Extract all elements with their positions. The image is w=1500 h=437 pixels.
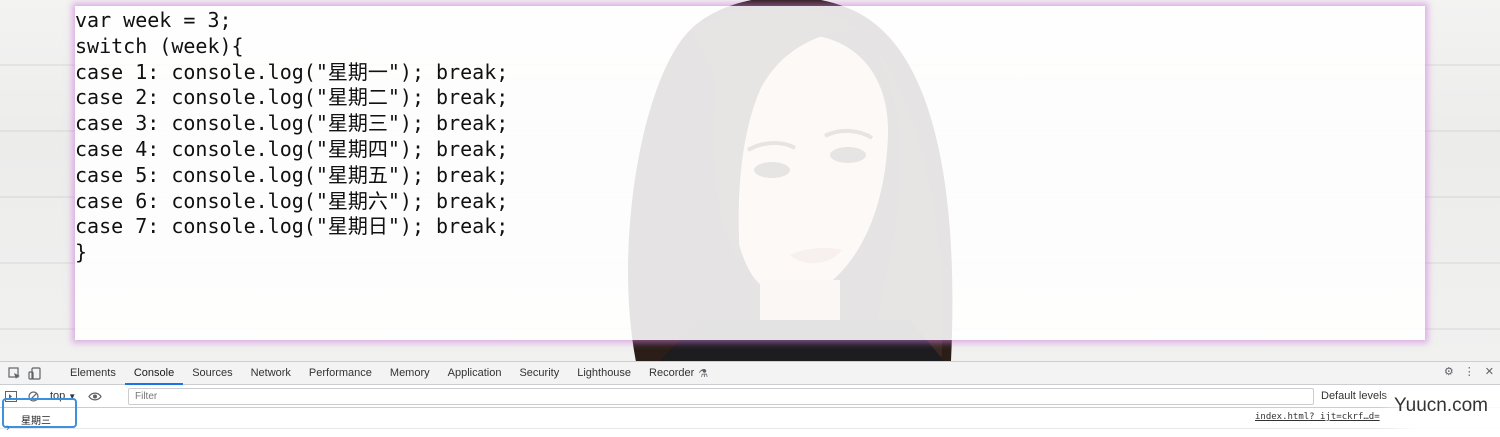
console-prompt-icon[interactable]: › xyxy=(6,422,10,434)
device-toolbar-icon[interactable] xyxy=(26,365,42,381)
tab-recorder[interactable]: Recorder ⚗ xyxy=(640,362,717,384)
more-options-icon[interactable]: ⋮ xyxy=(1464,365,1475,378)
code-line: case 3: console.log("星期三"); break; xyxy=(75,111,509,136)
devtools-panel: Elements Console Sources Network Perform… xyxy=(0,361,1500,437)
page-viewport: var week = 3; switch (week){case 1: conso… xyxy=(0,0,1500,361)
code-line: case 2: console.log("星期二"); break; xyxy=(75,85,509,110)
filter-input[interactable] xyxy=(128,388,1314,405)
tab-lighthouse[interactable]: Lighthouse xyxy=(568,362,640,384)
tab-sources[interactable]: Sources xyxy=(183,362,241,384)
devtools-actions: ⚙ ⋮ ✕ xyxy=(1444,365,1494,378)
tab-memory[interactable]: Memory xyxy=(381,362,439,384)
devtools-tabs: Elements Console Sources Network Perform… xyxy=(61,362,717,385)
close-icon[interactable]: ✕ xyxy=(1485,365,1494,378)
eye-icon[interactable] xyxy=(84,392,106,401)
code-line: case 7: console.log("星期日"); break; xyxy=(75,214,509,239)
code-line: switch (week){ xyxy=(75,33,244,58)
tab-elements[interactable]: Elements xyxy=(61,362,125,384)
watermark-text: Yuucn.com xyxy=(1394,395,1488,416)
log-levels-dropdown[interactable]: Default levels xyxy=(1321,390,1387,402)
inspect-element-icon[interactable] xyxy=(6,365,22,381)
console-log-row: 星期三 index.html?_ijt=ckrf…d= xyxy=(0,408,1500,429)
tab-recorder-label: Recorder xyxy=(649,367,695,379)
console-filterbar: top ▼ Default levels xyxy=(0,385,1500,408)
tab-performance[interactable]: Performance xyxy=(300,362,381,384)
log-source-link[interactable]: index.html?_ijt=ckrf…d= xyxy=(1255,412,1380,422)
code-line: case 5: console.log("星期五"); break; xyxy=(75,162,509,187)
code-block: var week = 3; switch (week){case 1: conso… xyxy=(75,6,508,266)
code-line: case 1: console.log("星期一"); break; xyxy=(75,59,509,84)
tab-security[interactable]: Security xyxy=(510,362,568,384)
code-line: } xyxy=(75,240,88,265)
tab-console[interactable]: Console xyxy=(124,362,184,385)
settings-gear-icon[interactable]: ⚙ xyxy=(1444,365,1454,378)
tab-network[interactable]: Network xyxy=(242,362,300,384)
tab-application[interactable]: Application xyxy=(439,362,511,384)
flask-icon: ⚗ xyxy=(698,367,709,380)
code-line: case 6: console.log("星期六"); break; xyxy=(75,188,509,213)
devtools-tabbar: Elements Console Sources Network Perform… xyxy=(0,362,1500,385)
code-line: var week = 3; xyxy=(75,8,232,32)
code-line: case 4: console.log("星期四"); break; xyxy=(75,136,509,161)
code-panel: var week = 3; switch (week){case 1: conso… xyxy=(75,6,1425,340)
highlight-box xyxy=(2,398,77,428)
